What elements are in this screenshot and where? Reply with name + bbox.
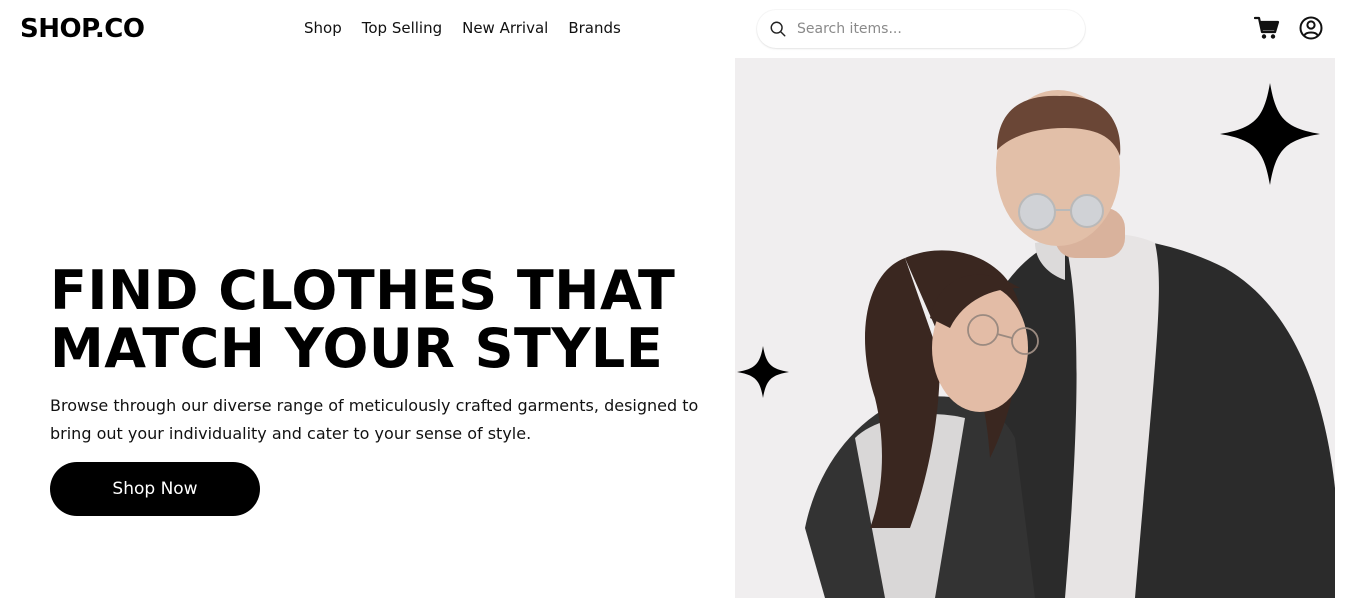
account-button[interactable]: [1298, 15, 1324, 41]
sparkle-star-large-icon: [1220, 83, 1320, 185]
main-nav: Shop Top Selling New Arrival Brands: [304, 18, 641, 38]
hero-title: FIND CLOTHES THAT MATCH YOUR STYLE: [50, 262, 675, 378]
hero-image: [735, 58, 1335, 598]
couple-photo-illustration: [737, 83, 1335, 598]
user-circle-icon: [1299, 16, 1323, 40]
logo[interactable]: SHOP.CO: [20, 12, 145, 46]
hero-title-line-1: FIND CLOTHES THAT: [50, 259, 676, 322]
nav-item-brands[interactable]: Brands: [568, 18, 621, 38]
cart-icon: [1253, 16, 1280, 39]
search-icon: [770, 21, 786, 37]
search-input[interactable]: [795, 20, 1069, 38]
hero-description: Browse through our diverse range of meti…: [50, 396, 699, 443]
sparkle-star-small-icon: [737, 346, 789, 398]
cart-button[interactable]: [1253, 15, 1280, 41]
nav-item-shop[interactable]: Shop: [304, 18, 342, 38]
shop-now-button[interactable]: Shop Now: [50, 462, 260, 516]
hero-title-line-2: MATCH YOUR STYLE: [50, 317, 664, 380]
nav-item-top-selling[interactable]: Top Selling: [362, 18, 442, 38]
nav-item-new-arrival[interactable]: New Arrival: [462, 18, 548, 38]
search-bar[interactable]: [757, 10, 1085, 48]
